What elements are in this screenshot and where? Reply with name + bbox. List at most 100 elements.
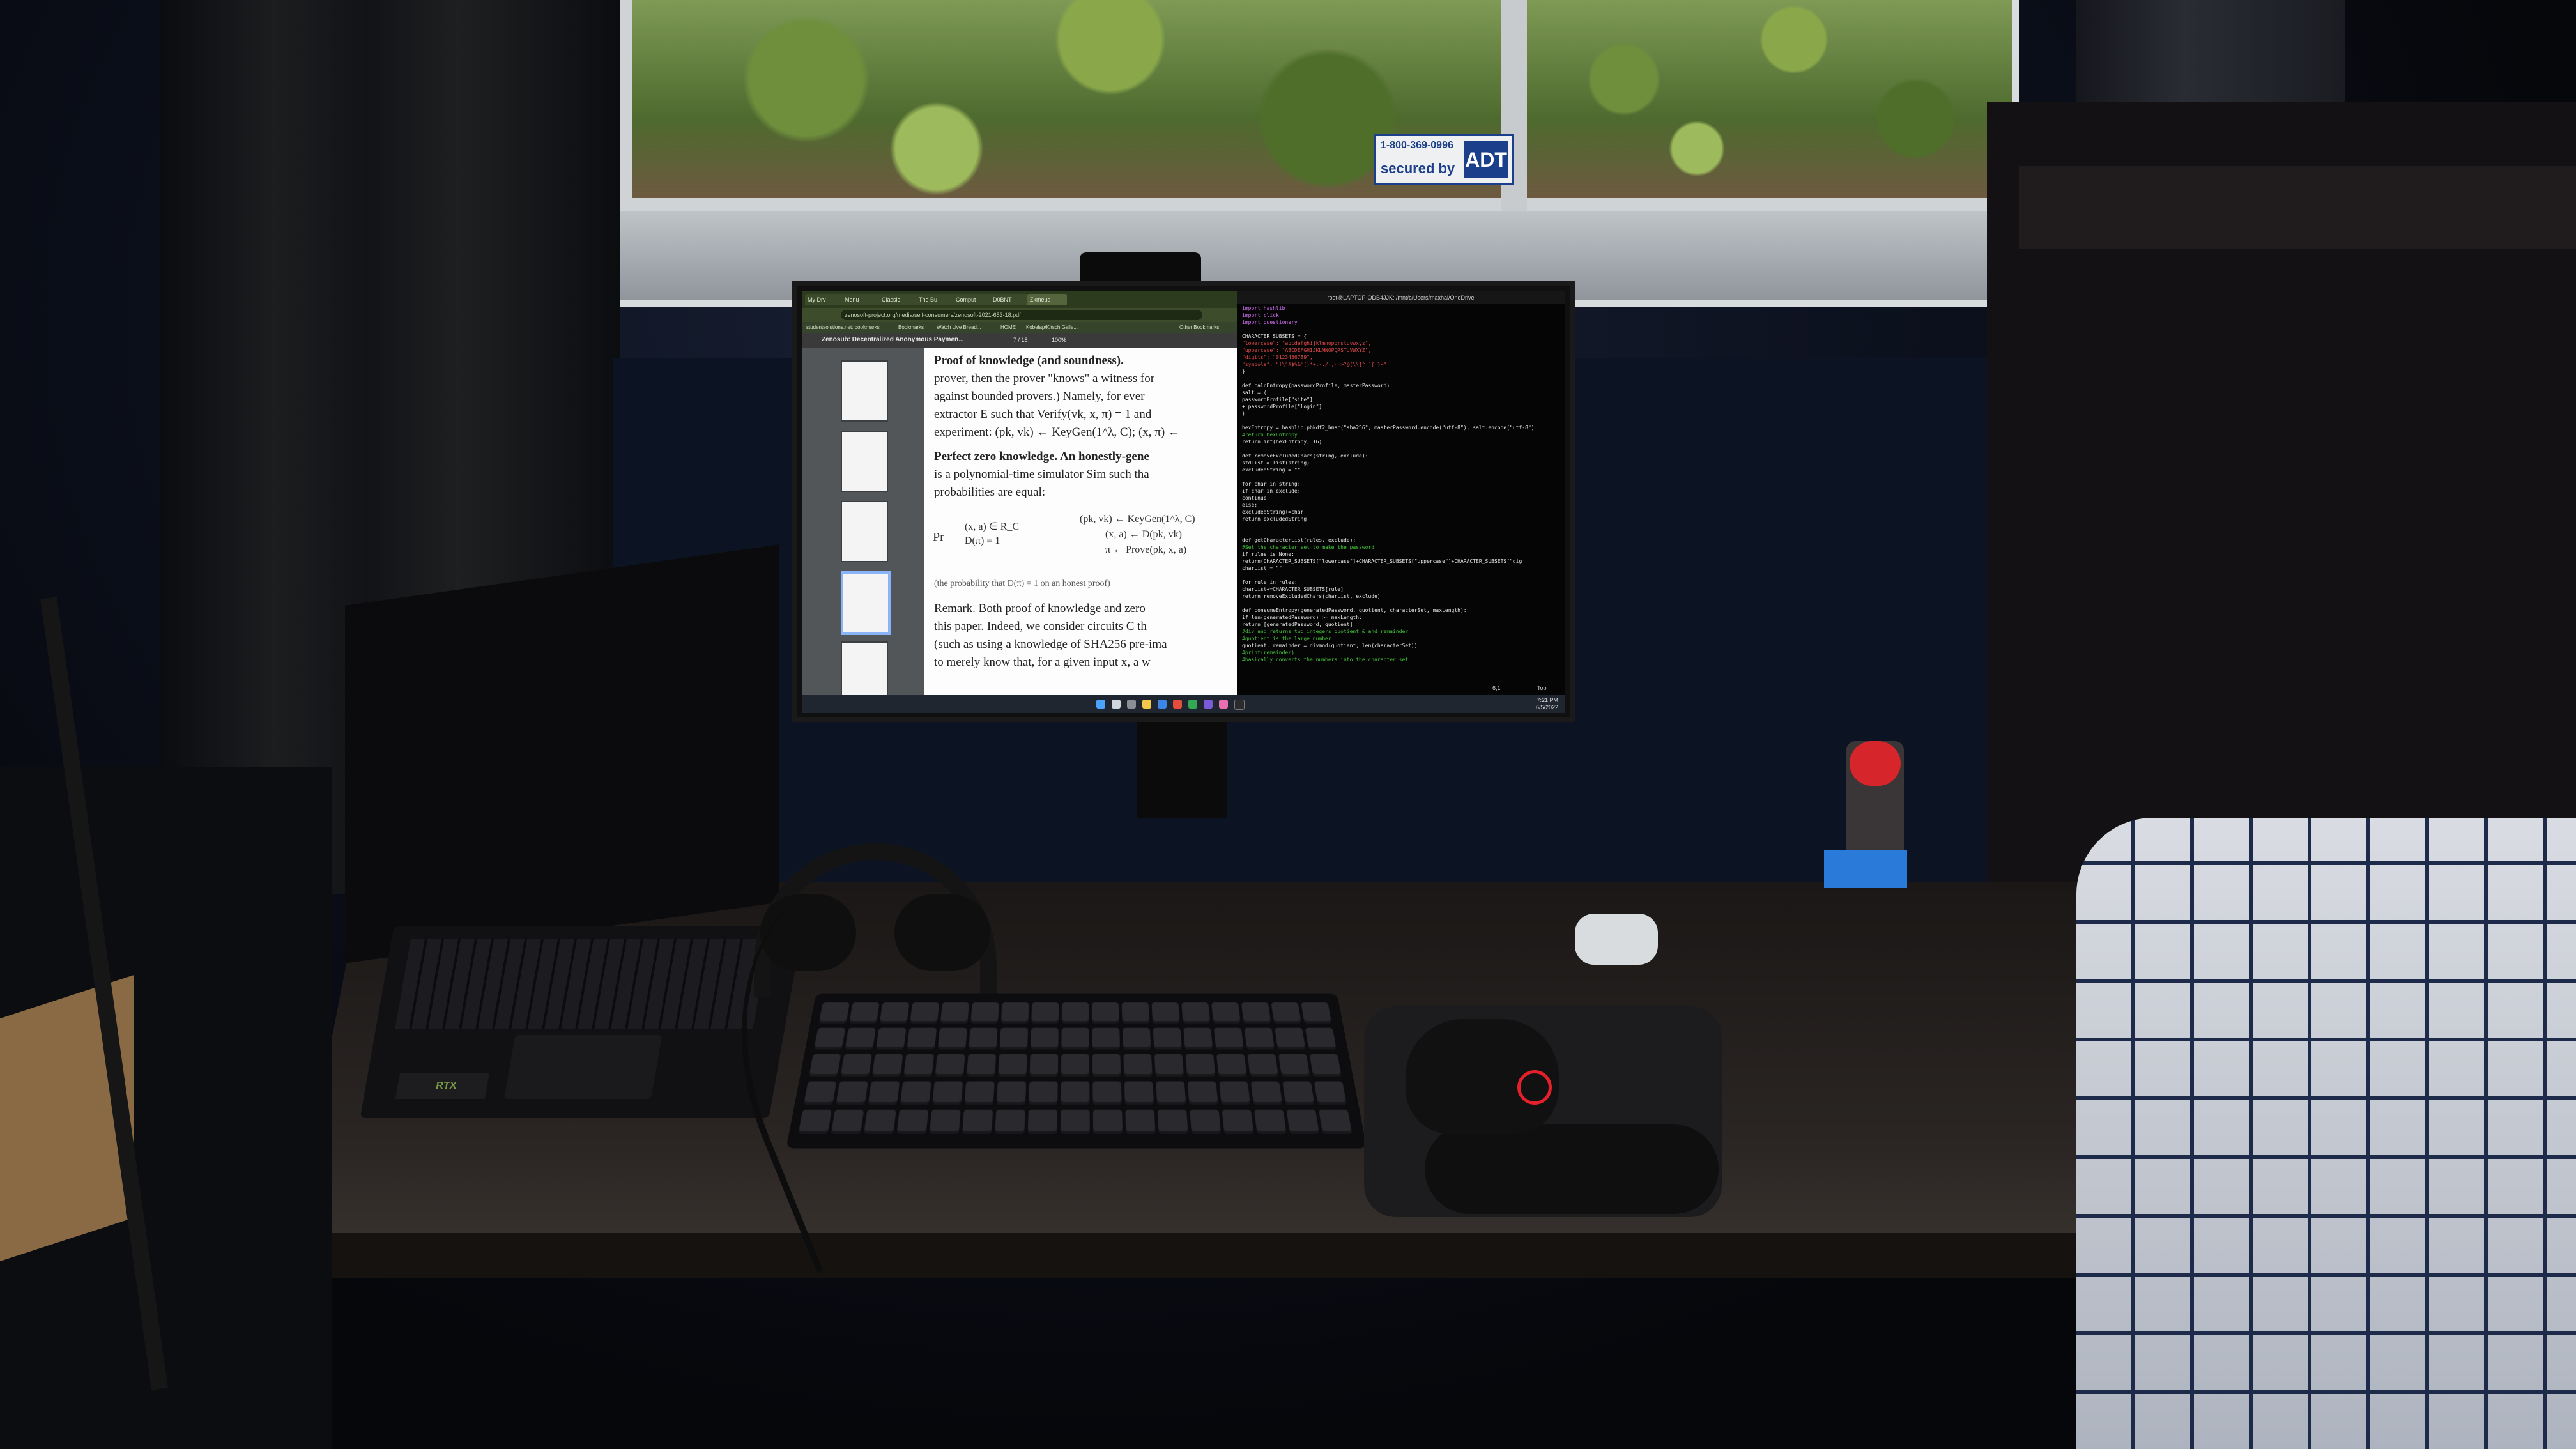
keyboard-key[interactable] (798, 1109, 832, 1134)
keyboard-key[interactable] (1301, 1002, 1332, 1023)
keyboard-key[interactable] (1222, 1109, 1254, 1134)
bookmark-item[interactable]: HOME (1000, 323, 1016, 332)
browser-tab-active[interactable]: Zkmeus (1027, 294, 1067, 305)
keyboard-key[interactable] (1216, 1054, 1247, 1077)
keyboard-key[interactable] (1219, 1081, 1251, 1105)
keyboard-key[interactable] (840, 1054, 872, 1077)
edge-icon[interactable] (1158, 700, 1167, 709)
keyboard-key[interactable] (996, 1081, 1027, 1105)
keyboard-key[interactable] (1183, 1027, 1213, 1050)
keyboard-key[interactable] (836, 1081, 868, 1105)
bookmark-item[interactable]: Kobelap/Kitsch Galle... (1026, 323, 1078, 332)
keyboard-key[interactable] (1061, 1081, 1090, 1105)
keyboard-key[interactable] (1314, 1081, 1347, 1105)
keyboard-key[interactable] (1029, 1081, 1058, 1105)
keyboard-key[interactable] (903, 1054, 935, 1077)
keyboard-key[interactable] (868, 1081, 900, 1105)
keyboard-key[interactable] (1061, 1002, 1089, 1023)
keyboard-key[interactable] (1247, 1054, 1279, 1077)
keyboard-key[interactable] (1027, 1109, 1058, 1134)
keyboard-key[interactable] (1092, 1109, 1123, 1134)
keyboard-key[interactable] (896, 1109, 929, 1134)
keyboard-key[interactable] (932, 1081, 963, 1105)
keyboard-key[interactable] (995, 1109, 1025, 1134)
keyboard-key[interactable] (818, 1002, 850, 1023)
keyboard-key[interactable] (962, 1109, 993, 1134)
bookmark-item[interactable]: Watch Live Bread... (937, 323, 981, 332)
start-icon[interactable] (1096, 700, 1105, 709)
keyboard-key[interactable] (900, 1081, 931, 1105)
terminal-icon[interactable] (1234, 700, 1245, 710)
keyboard-key[interactable] (864, 1109, 896, 1134)
keyboard-key[interactable] (1092, 1027, 1121, 1050)
keyboard-key[interactable] (1211, 1002, 1241, 1023)
keyboard-key[interactable] (964, 1081, 995, 1105)
keyboard-key[interactable] (1124, 1081, 1154, 1105)
taskview-icon[interactable] (1127, 700, 1136, 709)
browser-tab[interactable]: Menu (842, 294, 882, 305)
keyboard-key[interactable] (1319, 1109, 1353, 1134)
keyboard-key[interactable] (1031, 1002, 1059, 1023)
keyboard-key[interactable] (1187, 1081, 1218, 1105)
keyboard-key[interactable] (1185, 1054, 1216, 1077)
app-icon[interactable] (1173, 700, 1182, 709)
keyboard-key[interactable] (1254, 1109, 1287, 1134)
laptop-keyboard[interactable] (395, 939, 769, 1029)
keyboard-key[interactable] (1271, 1002, 1301, 1023)
keyboard-key[interactable] (1092, 1081, 1122, 1105)
keyboard-key[interactable] (875, 1027, 907, 1050)
browser-tab[interactable]: The Bu (916, 294, 956, 305)
keyboard-key[interactable] (1157, 1109, 1188, 1134)
keyboard-key[interactable] (803, 1081, 837, 1105)
keyboard-key[interactable] (1125, 1109, 1156, 1134)
keyboard-key[interactable] (937, 1027, 967, 1050)
keyboard-key[interactable] (1123, 1054, 1153, 1077)
keyboard-key[interactable] (1030, 1027, 1059, 1050)
url-field[interactable]: zenosoft-project.org/media/self-consumer… (841, 310, 1202, 320)
pdf-thumbnail[interactable] (841, 360, 888, 422)
browser-tab[interactable]: My Drv (805, 294, 845, 305)
pdf-thumbnail-selected[interactable] (841, 571, 891, 635)
keyboard-key[interactable] (1309, 1054, 1342, 1077)
pdf-zoom-level[interactable]: 100% (1052, 337, 1066, 343)
pdf-page-indicator[interactable]: 7 / 18 (1013, 337, 1028, 343)
keyboard-key[interactable] (1092, 1054, 1121, 1077)
keyboard-key[interactable] (1154, 1054, 1184, 1077)
browser-tab[interactable]: D0BNT (990, 294, 1030, 305)
keyboard-key[interactable] (1286, 1109, 1320, 1134)
keyboard-key[interactable] (849, 1002, 880, 1023)
keyboard-key[interactable] (999, 1027, 1029, 1050)
browser-tab[interactable]: Comput (953, 294, 993, 305)
app-icon[interactable] (1219, 700, 1228, 709)
chrome-icon[interactable] (1188, 700, 1197, 709)
explorer-icon[interactable] (1142, 700, 1151, 709)
keyboard-key[interactable] (1153, 1027, 1182, 1050)
keyboard-key[interactable] (1000, 1002, 1029, 1023)
keyboard-key[interactable] (969, 1027, 998, 1050)
code-editor[interactable]: import hashlib import click import questio… (1237, 305, 1565, 681)
keyboard-key[interactable] (929, 1109, 961, 1134)
keyboard-key[interactable] (1305, 1027, 1337, 1050)
app-icon[interactable] (1204, 700, 1213, 709)
keyboard-key[interactable] (1061, 1054, 1090, 1077)
keyboard-key[interactable] (814, 1027, 846, 1050)
keyboard-key[interactable] (845, 1027, 876, 1050)
keyboard-key[interactable] (1122, 1027, 1151, 1050)
keyboard-key[interactable] (1091, 1002, 1119, 1023)
keyboard-key[interactable] (1181, 1002, 1211, 1023)
mechanical-keyboard[interactable] (786, 993, 1367, 1149)
keyboard-key[interactable] (910, 1002, 940, 1023)
keyboard-key[interactable] (879, 1002, 910, 1023)
keyboard-key[interactable] (831, 1109, 864, 1134)
keyboard-key[interactable] (1151, 1002, 1180, 1023)
keyboard-key[interactable] (1275, 1027, 1306, 1050)
keyboard-key[interactable] (1213, 1027, 1244, 1050)
keyboard-key[interactable] (871, 1054, 903, 1077)
bookmark-item[interactable]: studentsolutions.net: bookmarks (806, 323, 880, 332)
pdf-thumbnail[interactable] (841, 431, 888, 492)
keyboard-key[interactable] (1241, 1002, 1271, 1023)
keyboard-key[interactable] (1244, 1027, 1275, 1050)
keyboard-key[interactable] (1190, 1109, 1222, 1134)
keyboard-key[interactable] (1061, 1027, 1089, 1050)
keyboard-key[interactable] (907, 1027, 937, 1050)
